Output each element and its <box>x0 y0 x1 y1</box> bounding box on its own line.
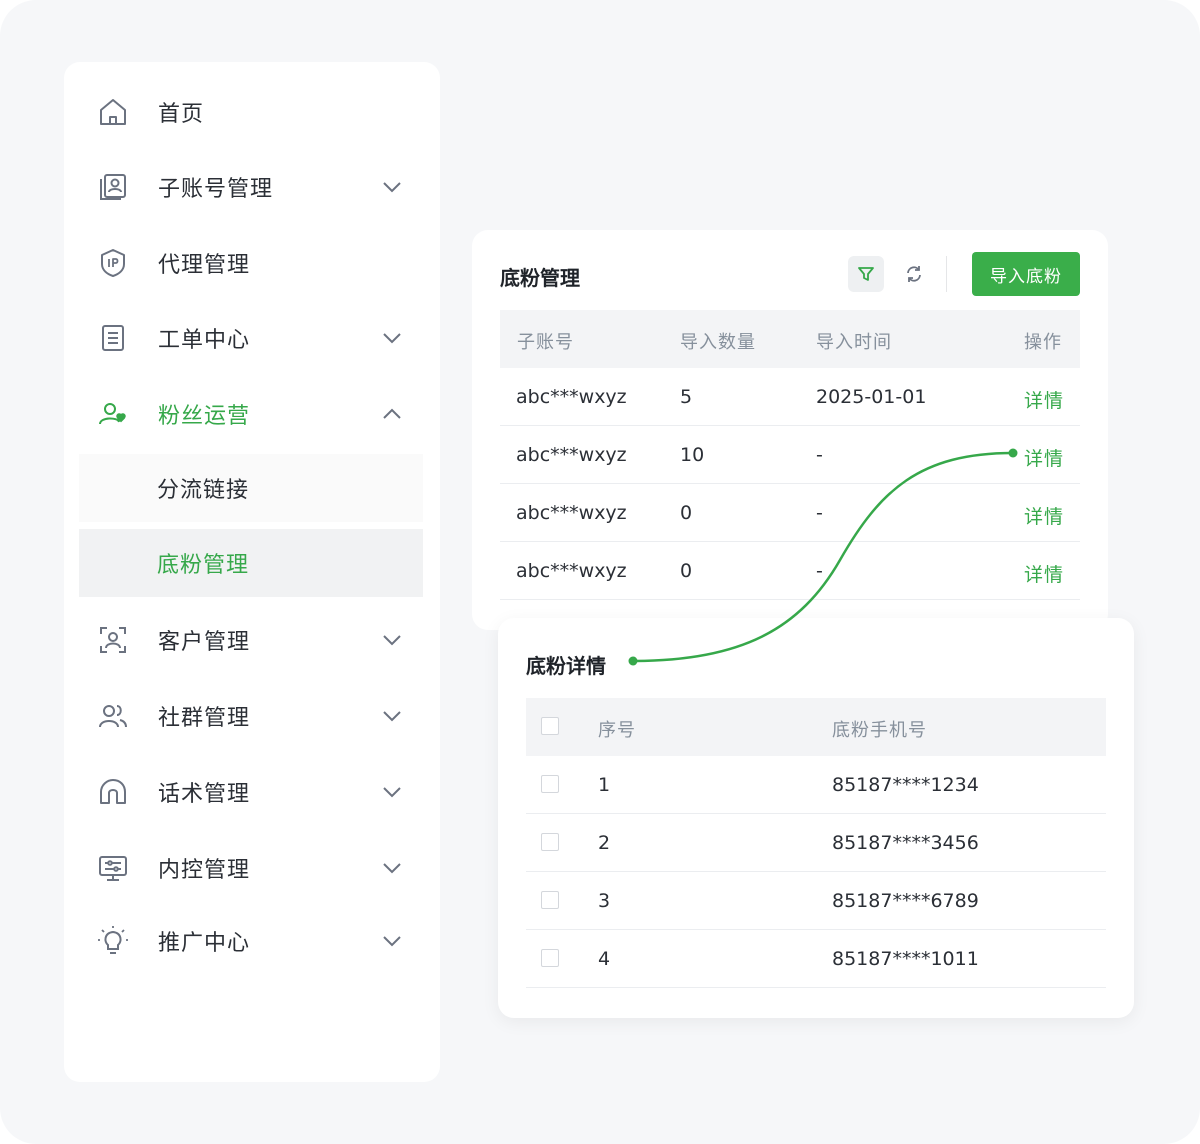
chevron-down-icon <box>383 936 401 947</box>
detail-title: 底粉详情 <box>526 654 606 678</box>
table-row: 4 85187****1011 <box>526 930 1106 988</box>
sidebar-item-label: 客户管理 <box>158 630 251 655</box>
chevron-down-icon <box>383 711 401 722</box>
toolbar-divider <box>946 256 947 292</box>
group-users-icon <box>97 700 129 732</box>
sidebar-item-label: 底粉管理 <box>157 553 250 578</box>
sidebar-item-scripts[interactable]: 话术管理 <box>79 758 423 826</box>
account-card-icon <box>97 171 129 203</box>
sidebar: 首页 子账号管理 代理管理 工单中心 粉丝运营 分流链接 底粉管理 客户管理 社… <box>64 62 440 1082</box>
table-row: 2 85187****3456 <box>526 814 1106 872</box>
sidebar-subitem-base-fans[interactable]: 底粉管理 <box>79 529 423 597</box>
cell-time: - <box>816 560 823 582</box>
cell-time: 2025-01-01 <box>816 386 927 408</box>
sidebar-item-label: 话术管理 <box>158 782 251 807</box>
sidebar-item-proxy[interactable]: 代理管理 <box>79 229 423 297</box>
row-checkbox[interactable] <box>541 833 559 851</box>
cell-index: 1 <box>598 774 611 796</box>
row-checkbox[interactable] <box>541 775 559 793</box>
import-base-fans-button[interactable]: 导入底粉 <box>972 252 1080 296</box>
cell-index: 2 <box>598 832 611 854</box>
chevron-down-icon <box>383 333 401 344</box>
sidebar-subitem-diversion-links[interactable]: 分流链接 <box>79 454 423 522</box>
table-row: abc***wxyz 10 - 详情 <box>500 426 1080 484</box>
sidebar-item-label: 推广中心 <box>158 931 251 956</box>
sidebar-item-label: 首页 <box>158 102 205 127</box>
headset-icon <box>97 776 129 808</box>
cell-phone: 85187****6789 <box>832 890 979 912</box>
user-heart-icon <box>97 398 129 430</box>
home-icon <box>97 96 129 128</box>
row-checkbox[interactable] <box>541 949 559 967</box>
sidebar-item-label: 工单中心 <box>158 328 251 353</box>
column-header-time: 导入时间 <box>816 332 892 353</box>
detail-link[interactable]: 详情 <box>1024 502 1064 529</box>
cell-index: 3 <box>598 890 611 912</box>
cell-time: - <box>816 502 823 524</box>
select-all-checkbox[interactable] <box>541 717 559 735</box>
base-fans-card: 底粉管理 导入底粉 子账号 导入数量 导入时间 操作 abc***wxyz 5 … <box>472 230 1108 630</box>
cell-phone: 85187****1011 <box>832 948 979 970</box>
cell-phone: 85187****3456 <box>832 832 979 854</box>
column-header-index: 序号 <box>598 720 636 741</box>
cell-account: abc***wxyz <box>516 502 627 524</box>
sidebar-item-customers[interactable]: 客户管理 <box>79 606 423 674</box>
table-row: abc***wxyz 5 2025-01-01 详情 <box>500 368 1080 426</box>
monitor-settings-icon <box>97 852 129 884</box>
cell-count: 0 <box>680 502 693 524</box>
sidebar-item-internal-control[interactable]: 内控管理 <box>79 834 423 902</box>
sidebar-item-tickets[interactable]: 工单中心 <box>79 304 423 372</box>
cell-account: abc***wxyz <box>516 386 627 408</box>
refresh-button[interactable] <box>896 256 932 292</box>
sidebar-item-label: 分流链接 <box>157 478 250 503</box>
table-row: abc***wxyz 0 - 详情 <box>500 484 1080 542</box>
column-header-count: 导入数量 <box>680 332 756 353</box>
chevron-down-icon <box>383 863 401 874</box>
chevron-down-icon <box>383 635 401 646</box>
cell-phone: 85187****1234 <box>832 774 979 796</box>
filter-icon <box>858 267 874 281</box>
column-header-action: 操作 <box>1024 332 1062 353</box>
canvas-background: 首页 子账号管理 代理管理 工单中心 粉丝运营 分流链接 底粉管理 客户管理 社… <box>0 0 1200 1144</box>
sidebar-item-sub-accounts[interactable]: 子账号管理 <box>79 153 423 221</box>
sidebar-item-label: 粉丝运营 <box>158 404 251 429</box>
sidebar-item-label: 内控管理 <box>158 858 251 883</box>
lightbulb-icon <box>97 925 129 957</box>
cell-index: 4 <box>598 948 611 970</box>
sidebar-item-promotion[interactable]: 推广中心 <box>79 907 423 975</box>
detail-link[interactable]: 详情 <box>1024 560 1064 587</box>
sidebar-item-label: 子账号管理 <box>158 177 274 202</box>
detail-table-header: 序号 底粉手机号 <box>526 698 1106 756</box>
chevron-down-icon <box>383 787 401 798</box>
sidebar-item-fan-ops[interactable]: 粉丝运营 <box>79 380 423 448</box>
sidebar-item-home[interactable]: 首页 <box>79 78 423 146</box>
face-scan-icon <box>97 624 129 656</box>
document-list-icon <box>97 322 129 354</box>
page-title: 底粉管理 <box>500 266 580 290</box>
sidebar-item-label: 社群管理 <box>158 706 251 731</box>
detail-link[interactable]: 详情 <box>1024 444 1064 471</box>
table-row: 3 85187****6789 <box>526 872 1106 930</box>
chevron-down-icon <box>383 182 401 193</box>
sidebar-item-communities[interactable]: 社群管理 <box>79 682 423 750</box>
table-row: 1 85187****1234 <box>526 756 1106 814</box>
filter-button[interactable] <box>848 256 884 292</box>
base-fans-detail-card: 底粉详情 序号 底粉手机号 1 85187****1234 2 85187***… <box>498 618 1134 1018</box>
column-header-phone: 底粉手机号 <box>832 720 927 741</box>
cell-count: 5 <box>680 386 693 408</box>
cell-count: 10 <box>680 444 705 466</box>
table-header: 子账号 导入数量 导入时间 操作 <box>500 310 1080 368</box>
column-header-account: 子账号 <box>517 332 574 353</box>
cell-count: 0 <box>680 560 693 582</box>
cell-account: abc***wxyz <box>516 560 627 582</box>
sidebar-item-label: 代理管理 <box>158 253 251 278</box>
detail-link[interactable]: 详情 <box>1024 386 1064 413</box>
cell-account: abc***wxyz <box>516 444 627 466</box>
cell-time: - <box>816 444 823 466</box>
ip-shield-icon <box>97 247 129 279</box>
refresh-icon <box>907 266 921 282</box>
row-checkbox[interactable] <box>541 891 559 909</box>
chevron-up-icon <box>383 408 401 419</box>
table-row: abc***wxyz 0 - 详情 <box>500 542 1080 600</box>
